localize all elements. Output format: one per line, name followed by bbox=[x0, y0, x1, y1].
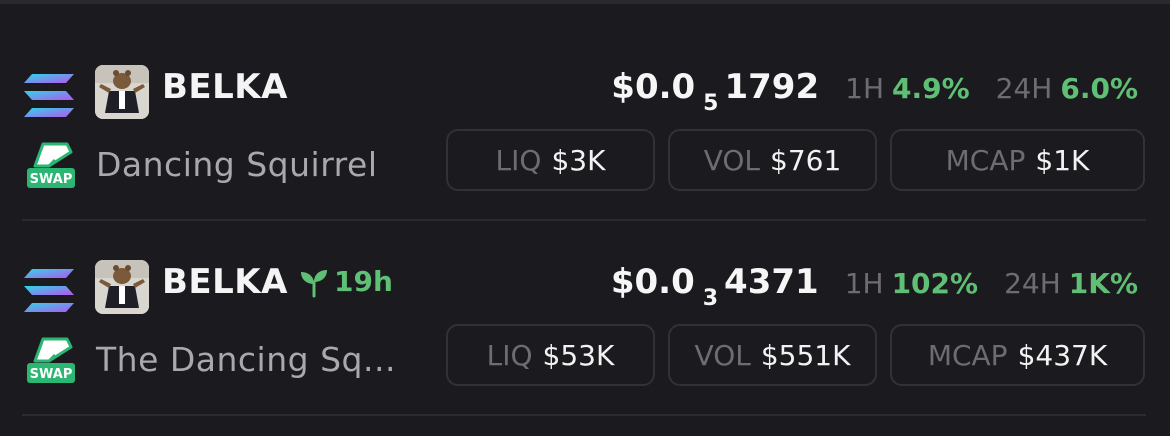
dex-label: SWAP bbox=[30, 367, 73, 382]
solana-icon bbox=[24, 74, 74, 117]
token-avatar bbox=[95, 65, 149, 119]
token-avatar bbox=[95, 260, 149, 314]
row-divider bbox=[22, 414, 1146, 416]
token-symbol: BELKA bbox=[162, 67, 288, 107]
dex-label: SWAP bbox=[30, 172, 73, 187]
solana-icon bbox=[24, 269, 74, 312]
token-symbol: BELKA bbox=[162, 262, 288, 302]
market-cap-stat: MCAP $1K bbox=[890, 129, 1145, 191]
token-price: $0.0 5 1792 bbox=[611, 67, 820, 116]
liquidity-stat: LIQ $3K bbox=[446, 129, 655, 191]
token-row[interactable]: BELKA 19h SWAP The Dancing Sq... $0.0 3 43… bbox=[0, 220, 1170, 415]
market-cap-label: MCAP bbox=[927, 338, 1008, 372]
price-zero-count: 5 bbox=[703, 91, 719, 116]
price-line: $0.0 3 4371 1H 102% 24H 1K% bbox=[610, 262, 1138, 311]
volume-label: VOL bbox=[703, 143, 761, 177]
swap-eraser-icon: SWAP bbox=[27, 142, 75, 188]
volume-label: VOL bbox=[694, 338, 751, 372]
liquidity-label: LIQ bbox=[495, 143, 542, 177]
liquidity-label: LIQ bbox=[486, 338, 533, 372]
change-24h-value: 1K% bbox=[1068, 267, 1138, 300]
change-1h-label: 1H bbox=[844, 267, 884, 300]
price-digits: 4371 bbox=[724, 262, 819, 302]
token-row[interactable]: BELKA SWAP Dancing Squirrel $0.0 5 1792 1H… bbox=[0, 25, 1170, 220]
market-cap-value: $1K bbox=[1035, 143, 1090, 177]
token-age: 19h bbox=[298, 265, 393, 298]
token-name: Dancing Squirrel bbox=[96, 145, 378, 184]
change-1h-value: 4.9% bbox=[892, 72, 970, 105]
change-24h-label: 24H bbox=[1004, 267, 1061, 300]
age-text: 19h bbox=[334, 265, 393, 298]
change-24h-label: 24H bbox=[995, 72, 1053, 105]
price-prefix: $0.0 bbox=[611, 67, 696, 107]
change-1h-label: 1H bbox=[845, 72, 884, 105]
sprout-icon bbox=[301, 269, 327, 297]
volume-stat: VOL $551K bbox=[668, 324, 877, 386]
market-cap-value: $437K bbox=[1017, 338, 1108, 372]
change-24h-value: 6.0% bbox=[1060, 72, 1138, 105]
liquidity-value: $3K bbox=[551, 143, 606, 177]
liquidity-value: $53K bbox=[542, 338, 615, 372]
swap-eraser-icon: SWAP bbox=[27, 337, 75, 383]
liquidity-stat: LIQ $53K bbox=[446, 324, 655, 386]
volume-stat: VOL $761 bbox=[668, 129, 877, 191]
market-cap-stat: MCAP $437K bbox=[890, 324, 1145, 386]
price-line: $0.0 5 1792 1H 4.9% 24H 6.0% bbox=[611, 67, 1138, 116]
price-zero-count: 3 bbox=[702, 286, 719, 311]
price-prefix: $0.0 bbox=[610, 262, 695, 302]
volume-value: $551K bbox=[760, 338, 851, 372]
token-price: $0.0 3 4371 bbox=[610, 262, 819, 311]
volume-value: $761 bbox=[770, 143, 842, 177]
token-name: The Dancing Sq... bbox=[96, 340, 396, 379]
top-divider bbox=[0, 0, 1170, 4]
market-cap-label: MCAP bbox=[945, 143, 1026, 177]
price-digits: 1792 bbox=[724, 67, 820, 107]
change-1h-value: 102% bbox=[891, 267, 979, 300]
